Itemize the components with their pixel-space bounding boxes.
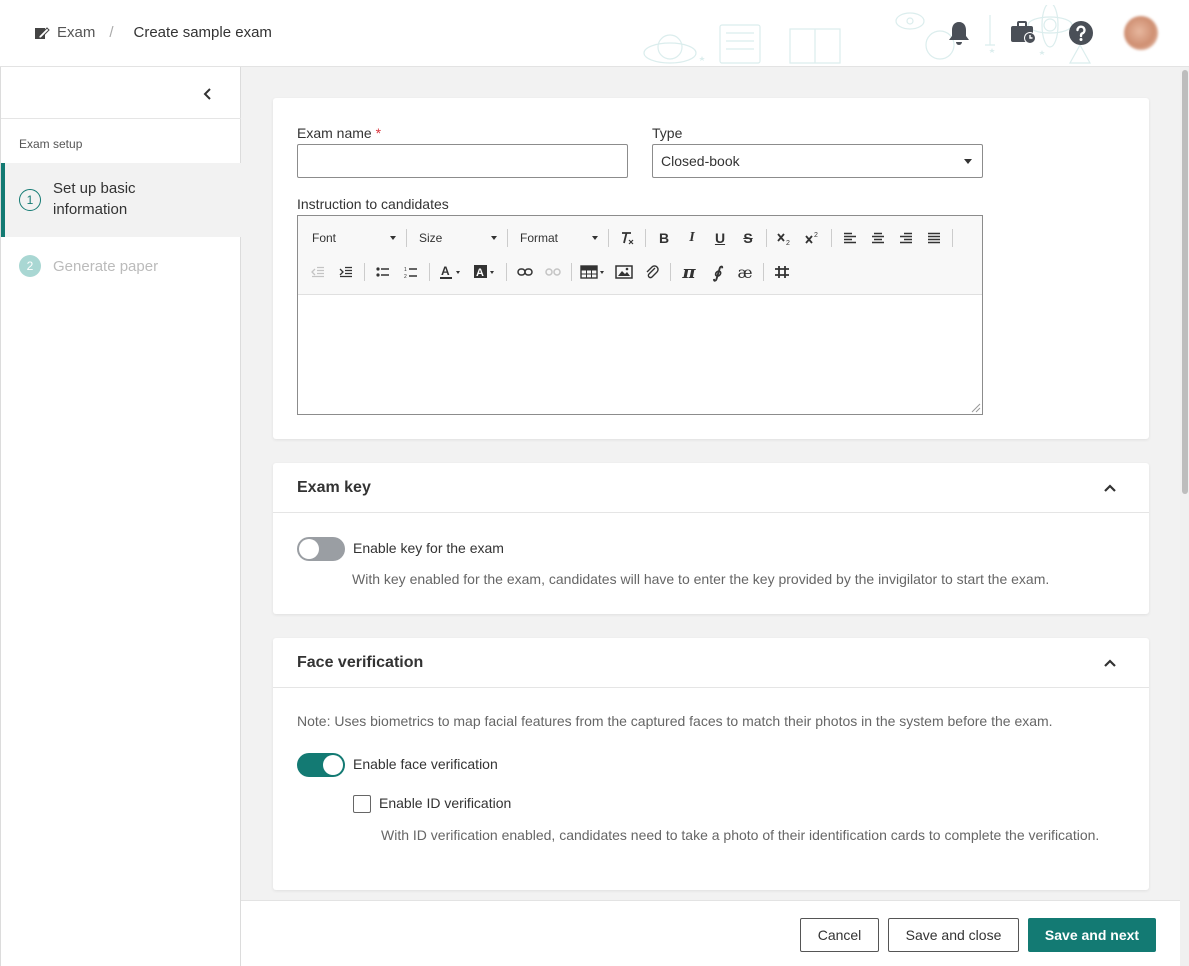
bold-icon[interactable]: B xyxy=(650,226,678,250)
svg-text:2: 2 xyxy=(404,274,407,279)
breadcrumb-separator: / xyxy=(109,24,114,41)
exam-edit-icon xyxy=(35,26,50,39)
sidebar-section-title: Exam setup xyxy=(19,137,83,151)
italic-icon[interactable]: I xyxy=(678,226,706,250)
breadcrumb-current: Create sample exam xyxy=(133,24,272,41)
font-dropdown-label: Font xyxy=(312,231,337,245)
exam-key-header[interactable]: Exam key xyxy=(273,463,1149,513)
align-left-icon[interactable] xyxy=(836,226,864,250)
instruction-rich-text-editor: Font Size Format B I U S 2 2 1 2 A A π ∮… xyxy=(297,215,983,415)
background-color-icon[interactable]: A xyxy=(468,260,502,284)
required-asterisk: * xyxy=(375,125,382,141)
cancel-button[interactable]: Cancel xyxy=(800,918,879,952)
chemistry-formula-icon[interactable]: ∮ xyxy=(703,260,731,284)
link-icon[interactable] xyxy=(511,260,539,284)
svg-text:A: A xyxy=(441,264,450,278)
id-verification-hint: With ID verification enabled, candidates… xyxy=(381,827,1100,843)
format-dropdown[interactable]: Format xyxy=(512,226,604,250)
sidebar-divider xyxy=(1,118,241,119)
breadcrumb-exam-link[interactable]: Exam xyxy=(57,24,95,41)
instruction-label: Instruction to candidates xyxy=(297,196,449,212)
font-dropdown[interactable]: Font xyxy=(304,226,402,250)
exam-key-toggle-label: Enable key for the exam xyxy=(353,540,504,556)
format-dropdown-label: Format xyxy=(520,231,559,245)
action-footer: Cancel Save and close Save and next xyxy=(241,900,1180,966)
size-dropdown[interactable]: Size xyxy=(411,226,503,250)
bulleted-list-icon[interactable] xyxy=(369,260,397,284)
caret-down-icon xyxy=(964,159,972,164)
header-decoration-illustration xyxy=(643,5,1092,64)
unlink-icon[interactable] xyxy=(539,260,567,284)
size-dropdown-label: Size xyxy=(419,231,443,245)
face-verification-header[interactable]: Face verification xyxy=(273,638,1149,688)
indent-icon[interactable] xyxy=(332,260,360,284)
id-verification-label: Enable ID verification xyxy=(379,795,512,811)
align-justify-icon[interactable] xyxy=(920,226,948,250)
save-and-next-button[interactable]: Save and next xyxy=(1028,918,1156,952)
step-label: Set up basic information xyxy=(53,180,136,218)
id-verification-checkbox[interactable] xyxy=(353,795,371,813)
remove-format-icon[interactable] xyxy=(613,226,641,250)
table-icon[interactable] xyxy=(576,260,610,284)
grid-symbol-icon[interactable] xyxy=(768,260,796,284)
exam-key-title: Exam key xyxy=(297,479,371,496)
exam-setup-sidebar: Exam setup 1 Set up basic information 2 … xyxy=(0,67,241,966)
instruction-editor-content[interactable] xyxy=(298,295,982,414)
step-number: 1 xyxy=(19,189,41,211)
align-center-icon[interactable] xyxy=(864,226,892,250)
svg-text:1: 1 xyxy=(404,267,407,273)
text-color-icon[interactable]: A xyxy=(434,260,468,284)
face-verification-toggle[interactable] xyxy=(297,753,345,777)
save-and-close-button[interactable]: Save and close xyxy=(888,918,1019,952)
chevron-up-icon[interactable] xyxy=(1103,656,1117,670)
face-verification-card: Face verification Note: Uses biometrics … xyxy=(273,638,1149,890)
face-verification-title: Face verification xyxy=(297,654,424,671)
type-select[interactable]: Closed-book xyxy=(652,144,983,178)
svg-text:2: 2 xyxy=(786,240,790,246)
special-characters-icon[interactable]: æ xyxy=(731,260,759,284)
exam-key-toggle[interactable] xyxy=(297,537,345,561)
toolbar-row-1: Font Size Format B I U S 2 2 xyxy=(304,224,957,252)
superscript-icon[interactable]: 2 xyxy=(799,226,827,250)
chevron-left-icon xyxy=(203,88,211,100)
step-basic-information[interactable]: 1 Set up basic information xyxy=(1,163,241,237)
notification-bell-icon[interactable] xyxy=(944,18,974,48)
collapse-sidebar-button[interactable] xyxy=(196,82,220,106)
exam-key-card: Exam key Enable key for the exam With ke… xyxy=(273,463,1149,614)
top-header: Exam / Create sample exam xyxy=(0,0,1189,67)
underline-icon[interactable]: U xyxy=(706,226,734,250)
type-selected-value: Closed-book xyxy=(661,153,740,169)
svg-text:A: A xyxy=(476,267,484,279)
breadcrumb: Exam / Create sample exam xyxy=(34,24,272,41)
face-verification-toggle-label: Enable face verification xyxy=(353,756,498,772)
basic-info-card: Exam name * Type Closed-book Instruction… xyxy=(273,98,1149,439)
exam-key-hint: With key enabled for the exam, candidate… xyxy=(352,571,1050,587)
exam-name-input[interactable] xyxy=(297,144,628,178)
resize-handle-icon[interactable] xyxy=(971,403,981,413)
help-icon[interactable] xyxy=(1066,18,1096,48)
exam-name-label: Exam name * xyxy=(297,125,382,141)
strikethrough-icon[interactable]: S xyxy=(734,226,762,250)
step-generate-paper[interactable]: 2 Generate paper xyxy=(1,249,241,283)
step-label: Generate paper xyxy=(53,258,159,275)
editor-toolbar: Font Size Format B I U S 2 2 1 2 A A π ∮… xyxy=(298,216,982,295)
step-number: 2 xyxy=(19,255,41,277)
briefcase-clock-icon[interactable] xyxy=(1008,18,1038,48)
math-pi-icon[interactable]: π xyxy=(675,260,703,284)
type-label: Type xyxy=(652,125,683,141)
chevron-up-icon[interactable] xyxy=(1103,481,1117,495)
svg-text:2: 2 xyxy=(814,232,818,239)
toolbar-row-2: 12 A A π ∮ æ xyxy=(304,258,796,286)
user-avatar[interactable] xyxy=(1124,16,1158,50)
outdent-icon[interactable] xyxy=(304,260,332,284)
align-right-icon[interactable] xyxy=(892,226,920,250)
subscript-icon[interactable]: 2 xyxy=(771,226,799,250)
face-verification-note: Note: Uses biometrics to map facial feat… xyxy=(297,713,1053,729)
numbered-list-icon[interactable]: 12 xyxy=(397,260,425,284)
image-icon[interactable] xyxy=(610,260,638,284)
page-scrollbar-thumb[interactable] xyxy=(1182,70,1188,494)
attachment-icon[interactable] xyxy=(638,260,666,284)
